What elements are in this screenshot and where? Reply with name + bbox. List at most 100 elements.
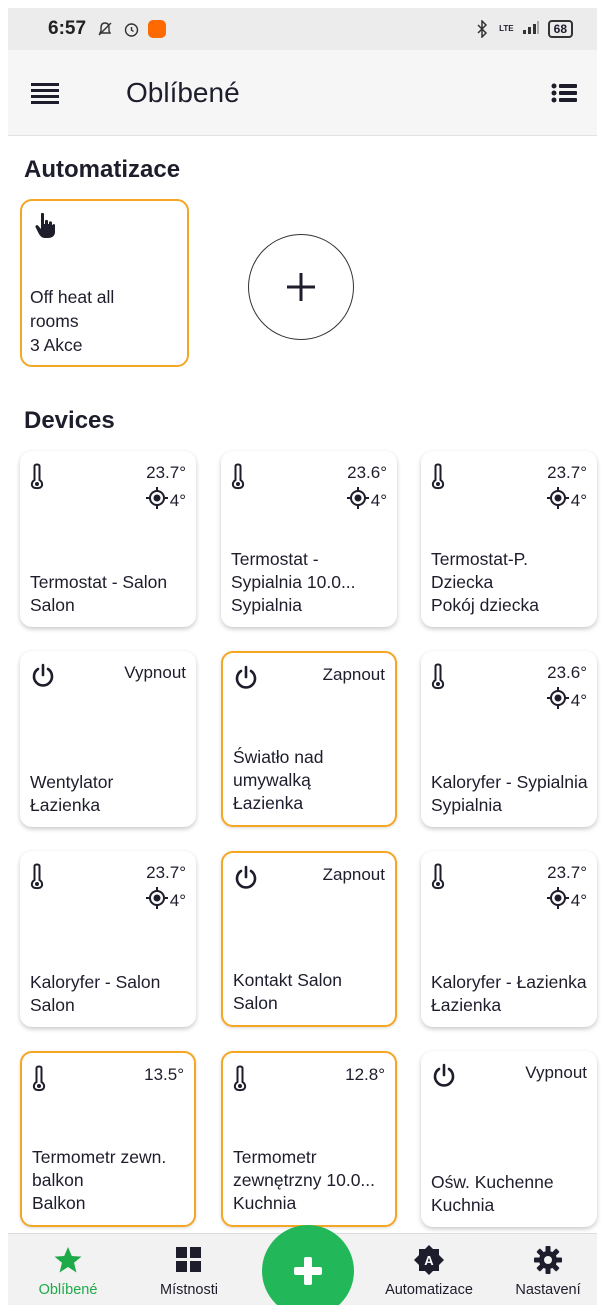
device-name: Światło nad umywalką — [233, 747, 324, 790]
device-label: Kaloryfer - Salon Salon — [30, 971, 188, 1017]
automation-detail: 3 Akce — [30, 335, 83, 355]
nav-rooms[interactable]: Místnosti — [134, 1234, 244, 1305]
target-temperature: 4° — [145, 487, 186, 514]
device-name: Termometr zewnętrzny 10.0... — [233, 1147, 376, 1190]
device-card[interactable]: 23.7° 4° Kaloryfer - Łazienka Łazienka — [421, 851, 597, 1027]
device-card[interactable]: Zapnout Światło nad umywalką Łazienka — [221, 651, 397, 827]
star-icon — [53, 1244, 83, 1276]
status-icons-right: LTE 68 — [473, 20, 573, 39]
devices-section-title: Devices — [24, 407, 115, 434]
target-value: 4° — [570, 890, 587, 910]
nav-label: Místnosti — [159, 1282, 218, 1298]
device-room: Sypialnia — [431, 795, 503, 815]
thermometer-icon — [431, 463, 445, 496]
gear-icon — [533, 1244, 563, 1276]
automation-card[interactable]: Off heat all rooms 3 Akce — [20, 199, 189, 367]
svg-text:A: A — [424, 1253, 434, 1268]
thermometer-icon — [30, 463, 44, 496]
device-room: Balkon — [32, 1193, 86, 1213]
notifications-off-icon — [96, 20, 114, 38]
power-icon — [233, 865, 259, 896]
thermometer-icon — [233, 1065, 247, 1098]
device-room: Łazienka — [30, 795, 101, 815]
device-label: Termostat - Salon Salon — [30, 571, 188, 617]
thermometer-icon — [32, 1065, 46, 1098]
battery-indicator: 68 — [547, 20, 573, 38]
target-icon — [546, 687, 569, 714]
device-name: Kaloryfer - Salon — [30, 972, 161, 992]
device-card[interactable]: Zapnout Kontakt Salon Salon — [221, 851, 397, 1027]
device-card[interactable]: 23.7° 4° Termostat-P. Dziecka Pokój dziecka — [421, 451, 597, 627]
device-label: Termometr zewn. balkon Balkon — [32, 1146, 186, 1215]
device-name: Termostat - Salon — [30, 572, 168, 592]
temperature-value: 12.8° — [345, 1065, 385, 1084]
thermometer-icon — [431, 663, 445, 696]
automations-section-title: Automatizace — [24, 156, 181, 183]
switch-action: Zapnout — [322, 865, 385, 884]
power-icon — [233, 665, 259, 696]
device-name: Kaloryfer - Łazienka — [431, 972, 587, 992]
temperature-value: 23.6° — [547, 663, 587, 682]
thermometer-icon — [231, 463, 245, 496]
temperature-value: 23.6° — [347, 463, 387, 482]
device-room: Salon — [30, 995, 75, 1015]
device-label: Termometr zewnętrzny 10.0... Kuchnia — [233, 1146, 387, 1215]
device-label: Kaloryfer - Łazienka Łazienka — [431, 971, 589, 1017]
device-card[interactable]: 23.7° 4° Kaloryfer - Salon Salon — [20, 851, 196, 1027]
target-value: 4° — [169, 490, 186, 510]
device-card[interactable]: Vypnout Ośw. Kuchenne Kuchnia — [421, 1051, 597, 1227]
temperature-value: 23.7° — [547, 463, 587, 482]
device-label: Światło nad umywalką Łazienka — [233, 746, 387, 815]
page-title: Oblíbené — [126, 76, 240, 108]
automation-name: Off heat all rooms — [30, 287, 115, 331]
device-label: Termostat-P. Dziecka Pokój dziecka — [431, 548, 589, 617]
plus-icon — [294, 1257, 322, 1285]
status-time: 6:57 — [48, 18, 87, 39]
device-card[interactable]: 23.6° 4° Kaloryfer - Sypialnia Sypialnia — [421, 651, 597, 827]
nav-favorites[interactable]: Oblíbené — [13, 1234, 123, 1305]
device-room: Kuchnia — [431, 1195, 495, 1215]
device-card[interactable]: 23.6° 4° Termostat - Sypialnia 10.0... Sypi… — [221, 451, 397, 627]
menu-button[interactable] — [16, 63, 76, 123]
target-temperature: 4° — [546, 487, 587, 514]
target-icon — [546, 887, 569, 914]
nav-label: Nastavení — [515, 1282, 581, 1298]
device-card[interactable]: Vypnout Wentylator Łazienka — [20, 651, 196, 827]
temperature-value: 13.5° — [144, 1065, 184, 1084]
device-name: Wentylator — [30, 772, 114, 792]
device-label: Termostat - Sypialnia 10.0... Sypialnia — [231, 548, 389, 617]
device-room: Łazienka — [431, 995, 502, 1015]
device-label: Kaloryfer - Sypialnia Sypialnia — [431, 771, 589, 817]
nav-settings[interactable]: Nastavení — [493, 1234, 603, 1305]
target-value: 4° — [570, 490, 587, 510]
target-icon — [145, 487, 168, 514]
device-card[interactable]: 23.7° 4° Termostat - Salon Salon — [20, 451, 196, 627]
add-automation-button[interactable] — [248, 234, 354, 340]
switch-action: Zapnout — [322, 665, 385, 684]
touch-icon — [34, 211, 56, 244]
target-value: 4° — [169, 890, 186, 910]
switch-action: Vypnout — [124, 663, 186, 682]
target-temperature: 4° — [546, 687, 587, 714]
target-temperature: 4° — [145, 887, 186, 914]
grid-icon — [176, 1244, 202, 1276]
target-icon — [546, 487, 569, 514]
list-icon — [551, 83, 577, 102]
target-temperature: 4° — [346, 487, 387, 514]
target-icon — [346, 487, 369, 514]
device-name: Kontakt Salon — [233, 970, 342, 990]
network-type: LTE — [499, 24, 514, 33]
target-value: 4° — [570, 690, 587, 710]
switch-action: Vypnout — [525, 1063, 587, 1082]
status-bar: 6:57 LTE 68 — [8, 8, 597, 50]
temperature-value: 23.7° — [146, 863, 186, 882]
device-room: Salon — [30, 595, 75, 615]
device-card[interactable]: 13.5° Termometr zewn. balkon Balkon — [20, 1051, 196, 1227]
plus-icon — [287, 273, 315, 301]
list-view-button[interactable] — [539, 68, 589, 118]
target-temperature: 4° — [546, 887, 587, 914]
device-card[interactable]: 12.8° Termometr zewnętrzny 10.0... Kuchnia — [221, 1051, 397, 1227]
temperature-value: 23.7° — [547, 863, 587, 882]
target-icon — [145, 887, 168, 914]
nav-automations[interactable]: A Automatizace — [374, 1234, 484, 1305]
